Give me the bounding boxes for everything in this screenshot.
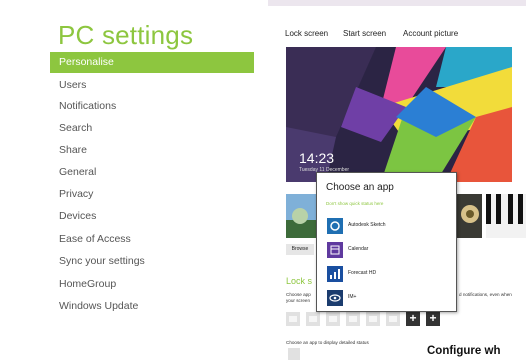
background-thumbnail[interactable] [486,194,526,238]
sidebar-item-devices[interactable]: Devices [50,206,254,227]
sidebar-item-homegroup[interactable]: HomeGroup [50,274,254,295]
add-app-button[interactable]: + [406,312,420,326]
lock-time: 14:23 [299,150,335,166]
app-option-label: Autodesk Sketch [348,222,386,228]
sidebar-item-general[interactable]: General [50,162,254,183]
calendar-app-icon [327,242,343,258]
sidebar-item-users[interactable]: Users [50,75,254,96]
lock-app-slot[interactable] [366,312,380,326]
lock-app-slot[interactable] [386,312,400,326]
detailed-status-text: Choose an app to display detailed status [286,340,369,345]
thumbnail-image [456,194,482,238]
sidebar-item-ease-of-access[interactable]: Ease of Access [50,229,254,250]
choose-apps-text-line2: your screen [286,298,311,303]
app-slot-icon [309,316,317,322]
sidebar-item-personalise[interactable]: Personalise [50,52,254,73]
thumbnail-image [486,194,526,238]
lock-app-slot[interactable] [326,312,340,326]
tab-lock-screen[interactable]: Lock screen [285,29,328,38]
app-slot-icon [349,316,357,322]
app-slot-icon [329,316,337,322]
app-option-label: Calendar [348,246,369,252]
lock-screen-apps-heading: Lock s [286,276,313,286]
app-slot-icon [289,316,297,322]
dont-show-quick-status-option[interactable]: Don't show quick status here [326,201,383,206]
forecast-app-icon [327,266,343,282]
sidebar-item-search[interactable]: Search [50,118,254,139]
im-plus-app-icon [327,290,343,306]
sidebar-item-share[interactable]: Share [50,140,254,161]
app-option-label: Forecast HD [348,270,377,276]
app-slot-icon [389,316,397,322]
lock-app-slot[interactable] [306,312,320,326]
tab-account-picture[interactable]: Account picture [403,29,458,38]
lock-app-slot[interactable] [346,312,360,326]
choose-apps-text-right: d notifications, even when [459,292,512,297]
choose-app-popup: Choose an app Don't show quick status he… [316,172,457,312]
page-title: PC settings [58,20,194,50]
browse-button[interactable]: Browse [286,244,314,255]
app-option-label: IM+ [348,294,357,300]
sketch-app-icon [327,218,343,234]
add-app-button[interactable]: + [426,312,440,326]
popup-title: Choose an app [326,182,394,193]
detailed-status-app-slot[interactable] [288,348,300,360]
lock-app-slot[interactable] [286,312,300,326]
app-slot-icon [369,316,377,322]
configure-heading: Configure wh [427,345,501,357]
sidebar-item-notifications[interactable]: Notifications [50,96,254,117]
tab-start-screen[interactable]: Start screen [343,29,386,38]
sidebar-item-sync-your-settings[interactable]: Sync your settings [50,251,254,272]
sidebar-item-privacy[interactable]: Privacy [50,184,254,205]
sidebar-item-windows-update[interactable]: Windows Update [50,296,254,317]
sidebar: PC settings Personalise Users Notificati… [0,0,268,363]
